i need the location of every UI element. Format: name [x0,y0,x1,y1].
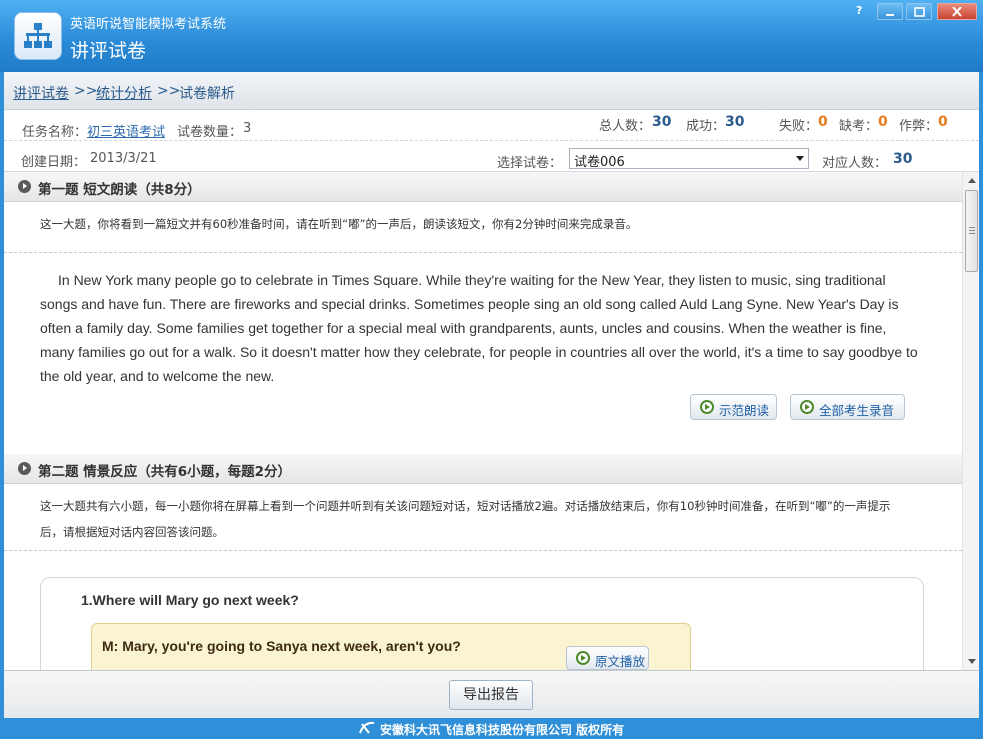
cheat-label: 作弊： [899,119,939,134]
paper-content: 第一题 短文朗读（共8分） 这一大题，你将看到一篇短文并有60秒准备时间，请在听… [4,172,962,670]
footer-bar: 导出报告 [4,670,979,718]
play-icon [576,651,590,665]
section-1-description: 这一大题，你将看到一篇短文并有60秒准备时间，请在听到“嘟”的一声后，朗读该短文… [40,217,638,231]
dialog-box: M: Mary, you're going to Sanya next week… [91,623,691,670]
minimize-icon [886,14,894,16]
close-button[interactable] [937,3,977,20]
play-icon [800,400,814,414]
question-title: 1.Where will Mary go next week? [81,592,299,608]
breadcrumb-statistics[interactable]: 统计分析 [96,83,152,103]
scroll-up-icon[interactable] [968,178,976,183]
match-count-value: 30 [893,151,913,167]
fail-label: 失败： [779,119,819,134]
total-value: 30 [652,114,672,130]
breadcrumb-review[interactable]: 讲评试卷 [13,83,69,103]
help-button[interactable]: ? [856,4,868,21]
section-2-header[interactable]: 第二题 情景反应（共有6小题，每题2分） [4,454,962,484]
absent-label: 缺考： [839,119,879,134]
scrollbar-thumb[interactable] [965,190,978,272]
paper-select-value: 试卷006 [574,155,625,170]
app-logo-icon [14,12,62,60]
company-logo-icon [358,721,376,738]
all-recordings-button[interactable]: 全部考生录音 [790,394,905,420]
breadcrumb-separator: >> [74,83,98,99]
dialog-line: M: Mary, you're going to Sanya next week… [102,638,461,654]
play-icon [700,400,714,414]
reading-passage: In New York many people go to celebrate … [40,272,918,384]
paper-count-label: 试卷数量： [177,125,243,140]
section-1-header[interactable]: 第一题 短文朗读（共8分） [4,172,962,202]
section-arrow-icon [18,462,31,475]
section-2-title: 第二题 情景反应（共有6小题，每题2分） [38,464,291,480]
section-arrow-icon [18,180,31,193]
absent-value: 0 [878,114,888,130]
divider [4,550,962,551]
question-card: 1.Where will Mary go next week? M: Mary,… [40,577,924,670]
success-label: 成功： [686,119,726,134]
window-title: 讲评试卷 [70,40,147,62]
scroll-down-icon[interactable] [968,659,976,664]
play-original-button[interactable]: 原文播放 [566,646,649,670]
match-count-label: 对应人数： [822,156,888,171]
maximize-button[interactable] [906,3,932,20]
section-2-description: 这一大题共有六小题，每一小题你将在屏幕上看到一个问题并听到有关该问题短对话，短对… [40,499,891,539]
cheat-value: 0 [938,114,948,130]
task-info: 任务名称： 初三英语考试 试卷数量： 3 总人数： 30 成功： 30 失败： … [4,110,979,172]
date-value: 2013/3/21 [90,151,157,166]
section-1-title: 第一题 短文朗读（共8分） [38,182,201,198]
breadcrumb: 讲评试卷 >> 统计分析 >> 试卷解析 [4,72,979,110]
info-divider [4,140,979,141]
demo-reading-button[interactable]: 示范朗读 [690,394,777,420]
date-label: 创建日期： [21,155,87,170]
divider [4,252,962,253]
breadcrumb-separator: >> [157,83,181,99]
minimize-button[interactable] [877,3,903,20]
close-icon [952,7,962,17]
copyright-text: 安徽科大讯飞信息科技股份有限公司 版权所有 [380,723,625,737]
paper-count-value: 3 [243,121,252,136]
paper-select[interactable]: 试卷006 [569,148,809,170]
chevron-down-icon [796,156,804,161]
main-panel: 讲评试卷 >> 统计分析 >> 试卷解析 任务名称： 初三英语考试 试卷数量： … [4,72,979,718]
fail-value: 0 [818,114,828,130]
vertical-scrollbar[interactable] [962,172,979,670]
title-bar: 英语听说智能模拟考试系统 讲评试卷 ? [0,0,983,72]
success-value: 30 [725,114,745,130]
copyright-bar: 安徽科大讯飞信息科技股份有限公司 版权所有 [0,718,983,739]
select-paper-label: 选择试卷： [497,156,563,171]
maximize-icon [914,7,925,17]
export-report-button[interactable]: 导出报告 [449,680,533,710]
task-name-link[interactable]: 初三英语考试 [87,121,165,140]
breadcrumb-current: 试卷解析 [179,86,235,102]
app-name: 英语听说智能模拟考试系统 [70,17,227,32]
task-name-label: 任务名称： [22,125,88,140]
total-label: 总人数： [599,119,652,134]
